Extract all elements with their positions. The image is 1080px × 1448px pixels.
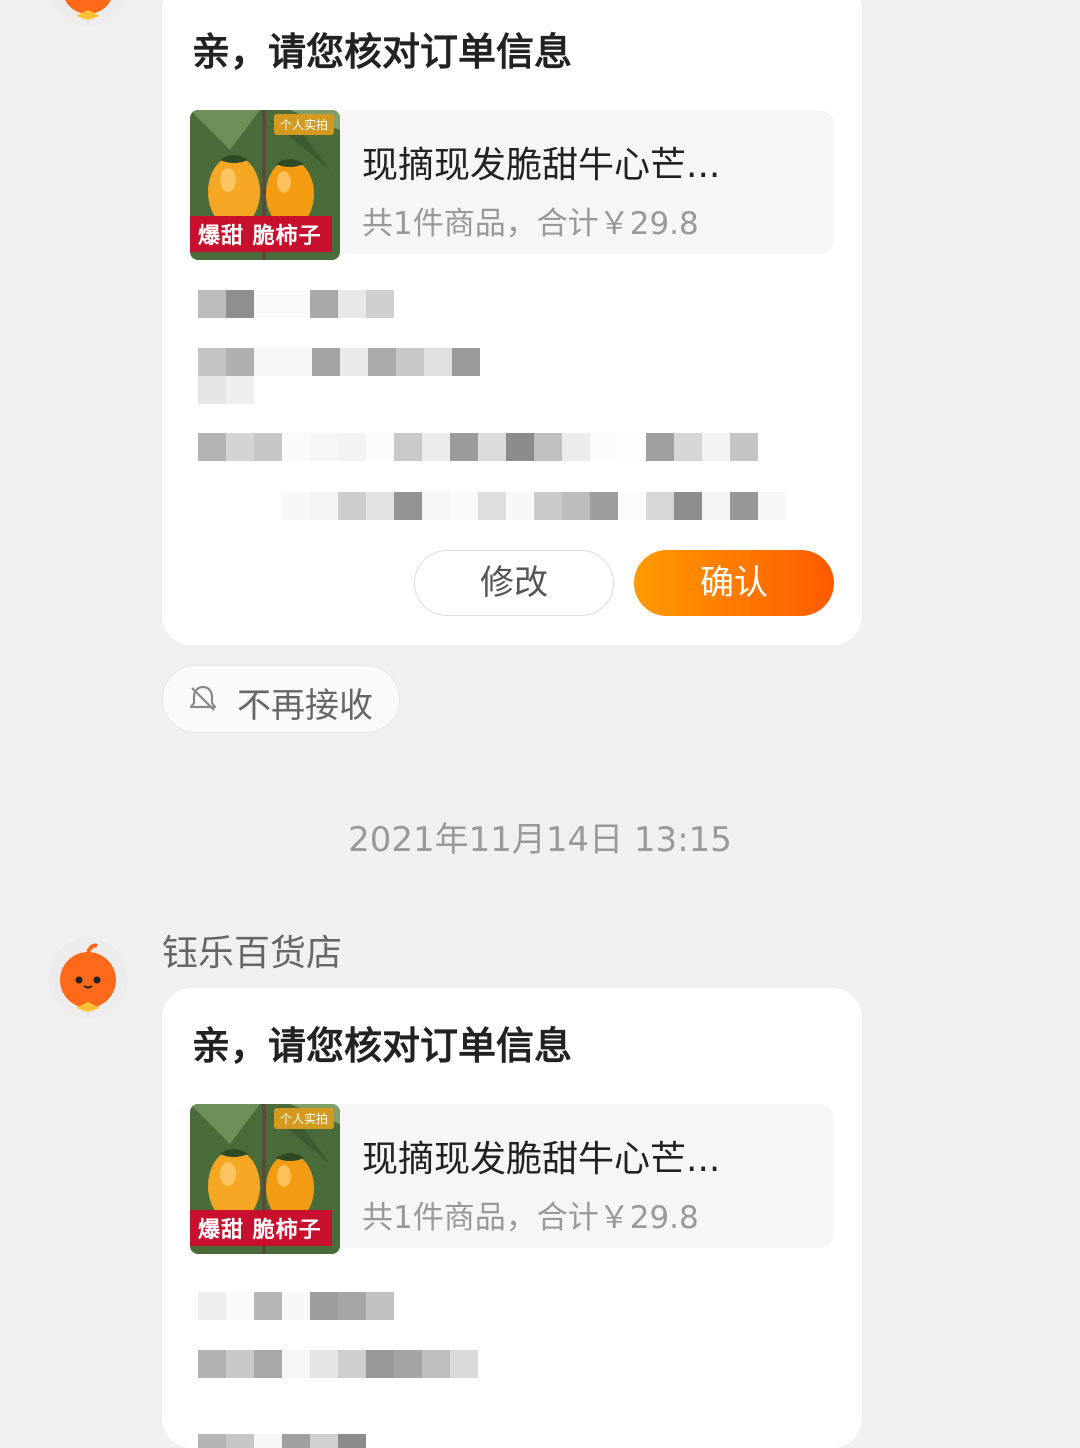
address-line-1-redacted xyxy=(198,1434,366,1448)
unsubscribe-label: 不再接收 xyxy=(237,686,373,726)
thumb-label: 爆甜 脆柿子 xyxy=(190,1210,332,1246)
thumb-badge: 个人实拍 xyxy=(273,114,334,135)
product-summary[interactable]: 个人实拍 爆甜 脆柿子 现摘现发脆甜牛心芒... 共1件商品，合计￥29.8 xyxy=(190,110,834,260)
product-thumbnail: 个人实拍 爆甜 脆柿子 xyxy=(190,1104,340,1254)
modify-button[interactable]: 修改 xyxy=(414,550,614,616)
confirm-button[interactable]: 确认 xyxy=(634,550,834,616)
address-line-1-redacted xyxy=(198,433,758,461)
shop-avatar[interactable] xyxy=(46,0,130,28)
orange-mascot-avatar-icon xyxy=(50,0,126,26)
thumb-badge: 个人实拍 xyxy=(273,1108,334,1129)
card-title: 亲，请您核对订单信息 xyxy=(192,30,573,74)
shop-name: 钰乐百货店 xyxy=(162,933,343,974)
order-confirm-card: 亲，请您核对订单信息 个人实拍 爆甜 脆柿子 现摘现发脆甜牛心芒... 共1件商… xyxy=(162,988,862,1448)
product-summary[interactable]: 个人实拍 爆甜 脆柿子 现摘现发脆甜牛心芒... 共1件商品，合计￥29.8 xyxy=(190,1104,834,1254)
card-title: 亲，请您核对订单信息 xyxy=(192,1024,573,1068)
recipient-phone-redacted xyxy=(198,348,480,376)
product-name: 现摘现发脆甜牛心芒... xyxy=(362,145,721,186)
product-name: 现摘现发脆甜牛心芒... xyxy=(362,1139,721,1180)
bell-off-icon xyxy=(189,685,217,711)
message-timestamp: 2021年11月14日 13:15 xyxy=(348,820,732,860)
recipient-phone-redacted-2 xyxy=(198,376,254,404)
recipient-phone-redacted xyxy=(198,1350,478,1378)
order-total: 共1件商品，合计￥29.8 xyxy=(362,206,699,242)
shop-avatar[interactable] xyxy=(46,936,130,1020)
product-thumbnail: 个人实拍 爆甜 脆柿子 xyxy=(190,110,340,260)
recipient-name-redacted xyxy=(198,1292,394,1320)
recipient-name-redacted xyxy=(198,290,394,318)
order-total: 共1件商品，合计￥29.8 xyxy=(362,1200,699,1236)
thumb-label: 爆甜 脆柿子 xyxy=(190,216,332,252)
address-line-2-redacted xyxy=(282,492,786,520)
orange-mascot-avatar-icon xyxy=(48,938,128,1018)
unsubscribe-button[interactable]: 不再接收 xyxy=(162,665,400,733)
order-confirm-card: 亲，请您核对订单信息 个人实拍 爆甜 脆柿子 现摘现发脆甜牛心芒... 共1件商… xyxy=(162,0,862,645)
